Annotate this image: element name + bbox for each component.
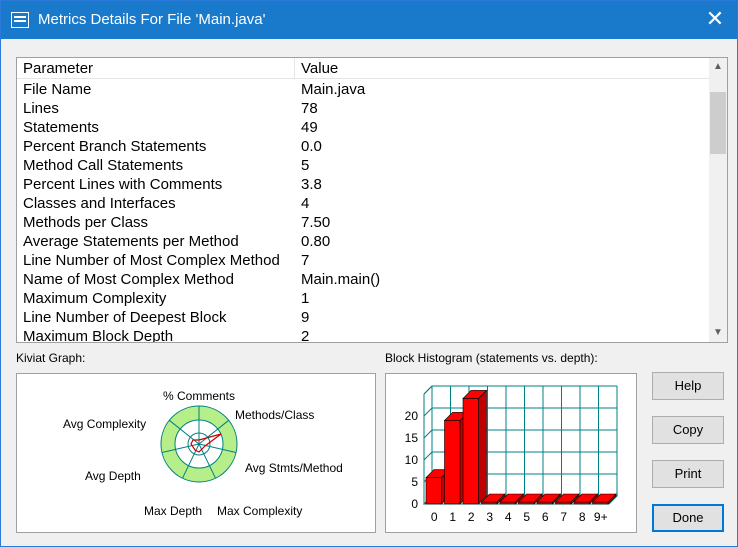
- x-tick-label: 8: [579, 510, 586, 524]
- value-cell: 7: [301, 252, 310, 269]
- parameter-cell: Methods per Class: [23, 214, 149, 231]
- close-icon[interactable]: ✕: [693, 1, 737, 39]
- histogram-bar-side: [478, 389, 487, 505]
- y-tick-label: 20: [405, 409, 419, 423]
- parameter-cell: Maximum Complexity: [23, 290, 167, 307]
- x-tick-label: 9+: [594, 510, 608, 524]
- histogram-bar: [462, 398, 479, 505]
- y-tick-label: 0: [411, 497, 418, 511]
- table-row[interactable]: Average Statements per Method 0.80: [17, 232, 709, 251]
- parameter-cell: Percent Branch Statements: [23, 138, 207, 155]
- list-header: Parameter Value: [17, 58, 709, 79]
- parameter-cell: Method Call Statements: [23, 157, 184, 174]
- value-cell: 4: [301, 195, 310, 212]
- grid-line: [423, 451, 433, 461]
- parameter-cell: Statements: [23, 119, 99, 136]
- value-cell: 1: [301, 290, 310, 307]
- done-button[interactable]: Done: [652, 504, 724, 532]
- parameter-cell: Maximum Block Depth: [23, 328, 174, 343]
- kiviat-axis-label: % Comments: [163, 389, 235, 403]
- value-cell: 9: [301, 309, 310, 326]
- x-tick-label: 1: [449, 510, 456, 524]
- parameter-cell: Percent Lines with Comments: [23, 176, 223, 193]
- grid-line: [423, 429, 433, 439]
- histogram-panel: 0 5 10 15 20 0 1 2 3 4 5 6 7 8 9+: [385, 373, 637, 533]
- value-cell: 3.8: [301, 176, 322, 193]
- value-cell: 7.50: [301, 214, 331, 231]
- grid-line: [423, 407, 433, 417]
- parameter-cell: Average Statements per Method: [23, 233, 239, 250]
- histogram-bar: [425, 477, 442, 505]
- table-row[interactable]: Percent Lines with Comments 3.8: [17, 175, 709, 194]
- x-tick-label: 2: [468, 510, 475, 524]
- x-tick-label: 0: [431, 510, 438, 524]
- print-button[interactable]: Print: [652, 460, 724, 488]
- block-histogram: 051015200 1 2 3 4 5 6 7 8 9+: [405, 385, 619, 524]
- metrics-list[interactable]: Parameter Value File Name Main.java Lines 7…: [16, 57, 728, 343]
- x-tick-label: 4: [505, 510, 512, 524]
- table-row[interactable]: Method Call Statements 5: [17, 156, 709, 175]
- table-row[interactable]: Line Number of Deepest Block 9: [17, 308, 709, 327]
- kiviat-axis-label: Avg Depth: [85, 469, 141, 483]
- kiviat-axis-label: Avg Stmts/Method: [245, 461, 343, 475]
- parameter-cell: Classes and Interfaces: [23, 195, 176, 212]
- histogram-label: Block Histogram (statements vs. depth):: [385, 351, 598, 365]
- parameter-cell: Line Number of Most Complex Method: [23, 252, 280, 269]
- kiviat-label: Kiviat Graph:: [16, 351, 86, 365]
- column-header-value[interactable]: Value: [295, 58, 709, 79]
- table-row[interactable]: Maximum Block Depth 2: [17, 327, 709, 343]
- table-row[interactable]: Classes and Interfaces 4: [17, 194, 709, 213]
- value-cell: 78: [301, 100, 318, 117]
- window-title: Metrics Details For File 'Main.java': [38, 11, 266, 28]
- kiviat-axis-label: Avg Complexity: [63, 417, 146, 431]
- parameter-cell: File Name: [23, 81, 92, 98]
- kiviat-graph: % Comments Methods/Class Avg Stmts/Metho…: [63, 389, 343, 518]
- value-cell: Main.java: [301, 81, 366, 98]
- scroll-down-icon[interactable]: ▼: [709, 324, 727, 342]
- y-tick-label: 5: [411, 475, 418, 489]
- table-row[interactable]: Name of Most Complex Method Main.main(): [17, 270, 709, 289]
- value-cell: Main.main(): [301, 271, 381, 288]
- x-tick-label: 5: [523, 510, 530, 524]
- table-row[interactable]: Statements 49: [17, 118, 709, 137]
- copy-button[interactable]: Copy: [652, 416, 724, 444]
- y-tick-label: 15: [405, 431, 419, 445]
- grid-line: [423, 385, 433, 395]
- parameter-cell: Name of Most Complex Method: [23, 271, 234, 288]
- value-cell: 0.0: [301, 138, 322, 155]
- value-cell: 5: [301, 157, 310, 174]
- table-row[interactable]: Maximum Complexity 1: [17, 289, 709, 308]
- histogram-bar: [444, 420, 461, 505]
- y-tick-label: 10: [405, 453, 419, 467]
- kiviat-axis-label: Methods/Class: [235, 408, 314, 422]
- parameter-cell: Line Number of Deepest Block: [23, 309, 227, 326]
- value-cell: 2: [301, 328, 310, 343]
- x-tick-label: 3: [486, 510, 493, 524]
- kiviat-panel: % Comments Methods/Class Avg Stmts/Metho…: [16, 373, 376, 533]
- table-row[interactable]: Lines 78: [17, 99, 709, 118]
- x-tick-label: 6: [542, 510, 549, 524]
- help-button[interactable]: Help: [652, 372, 724, 400]
- kiviat-axis-label: Max Complexity: [217, 504, 302, 518]
- x-tick-label: 7: [560, 510, 567, 524]
- table-row[interactable]: Percent Branch Statements 0.0: [17, 137, 709, 156]
- list-rows: File Name Main.java Lines 78 Statements 49 Per…: [17, 80, 709, 343]
- value-cell: 49: [301, 119, 318, 136]
- kiviat-axis-label: Max Depth: [144, 504, 202, 518]
- metrics-dialog: Metrics Details For File 'Main.java' ✕ P…: [0, 0, 738, 547]
- vertical-scrollbar[interactable]: ▲ ▼: [709, 58, 727, 342]
- table-row[interactable]: Line Number of Most Complex Method 7: [17, 251, 709, 270]
- scroll-up-icon[interactable]: ▲: [709, 58, 727, 76]
- table-row[interactable]: Methods per Class 7.50: [17, 213, 709, 232]
- scrollbar-thumb[interactable]: [710, 92, 726, 154]
- column-header-parameter[interactable]: Parameter: [17, 58, 295, 79]
- app-icon: [11, 12, 29, 28]
- table-row[interactable]: File Name Main.java: [17, 80, 709, 99]
- parameter-cell: Lines: [23, 100, 59, 117]
- value-cell: 0.80: [301, 233, 331, 250]
- title-bar[interactable]: Metrics Details For File 'Main.java' ✕: [1, 1, 737, 39]
